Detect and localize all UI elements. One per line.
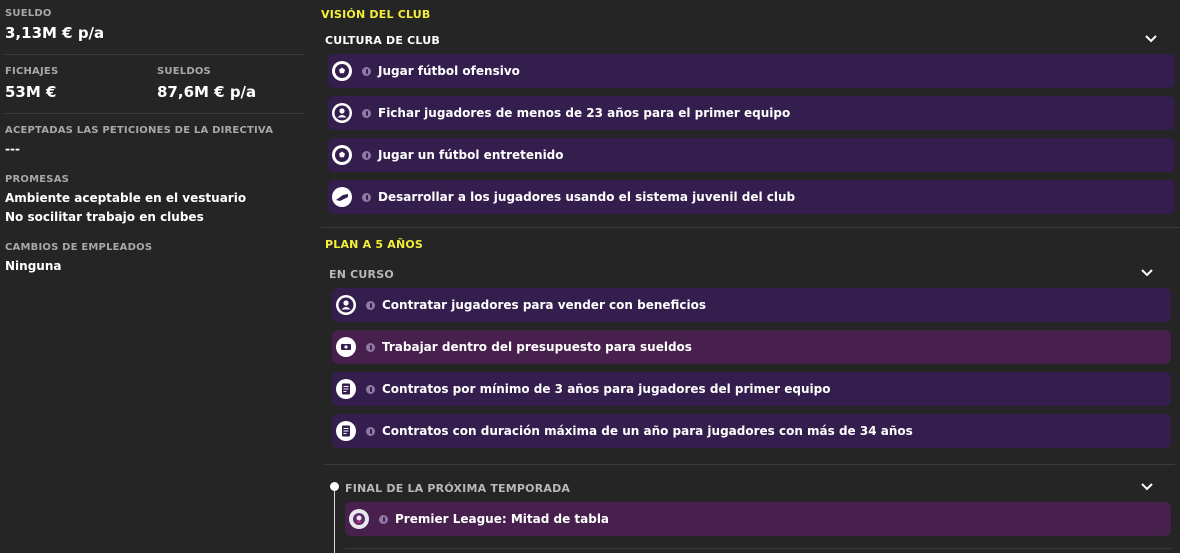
chevron-down-icon[interactable] — [1143, 31, 1159, 47]
list-item[interactable]: Premier League: Mitad de tabla — [345, 502, 1171, 536]
divider — [5, 54, 304, 55]
contract-summary-panel: SUELDO 3,13M € p/a FICHAJES 53M € SUELDO… — [0, 0, 312, 553]
five-year-plan-title: PLAN A 5 AÑOS — [325, 238, 424, 251]
player-icon — [336, 295, 356, 315]
item-label: Fichar jugadores de menos de 23 años par… — [378, 106, 791, 120]
wages-value: 87,6M € p/a — [157, 83, 257, 101]
contract-icon — [336, 421, 356, 441]
list-item[interactable]: Contratos con duración máxima de un año … — [332, 414, 1171, 448]
board-requests-label: ACEPTADAS LAS PETICIONES DE LA DIRECTIVA — [5, 125, 274, 136]
timeline-line — [334, 487, 335, 553]
staff-changes-value: Ninguna — [5, 259, 62, 273]
item-label: Jugar un fútbol entretenido — [378, 148, 564, 162]
item-label: Contratar jugadores para vender con bene… — [382, 298, 707, 312]
chevron-down-icon[interactable] — [1139, 479, 1155, 495]
list-item[interactable]: Contratos por mínimo de 3 años para juga… — [332, 372, 1171, 406]
divider — [325, 464, 1175, 465]
item-label: Jugar fútbol ofensivo — [378, 64, 520, 78]
info-icon[interactable] — [362, 150, 371, 160]
transfers-value: 53M € — [5, 83, 57, 101]
list-item[interactable]: Contratar jugadores para vender con bene… — [332, 288, 1171, 322]
divider — [5, 113, 304, 114]
staff-changes-label: CAMBIOS DE EMPLEADOS — [5, 242, 153, 253]
info-icon[interactable] — [366, 342, 375, 352]
contract-icon — [336, 379, 356, 399]
board-requests-value: --- — [5, 142, 20, 156]
wages-label: SUELDOS — [157, 66, 211, 77]
info-icon[interactable] — [379, 514, 388, 524]
item-label: Contratos con duración máxima de un año … — [382, 424, 913, 438]
club-vision-title: VISIÓN DEL CLUB — [321, 8, 431, 21]
info-icon[interactable] — [366, 300, 375, 310]
transfers-label: FICHAJES — [5, 66, 59, 77]
info-icon[interactable] — [366, 384, 375, 394]
promises-label: PROMESAS — [5, 174, 70, 185]
info-icon[interactable] — [366, 426, 375, 436]
item-label: Contratos por mínimo de 3 años para juga… — [382, 382, 831, 396]
info-icon[interactable] — [362, 66, 371, 76]
list-item[interactable]: Jugar un fútbol entretenido — [328, 138, 1175, 172]
timeline-dot — [330, 482, 339, 491]
chevron-down-icon[interactable] — [1139, 265, 1155, 281]
divider — [345, 548, 1171, 549]
salary-label: SUELDO — [5, 8, 52, 19]
item-label: Desarrollar a los jugadores usando el si… — [378, 190, 796, 204]
info-icon[interactable] — [362, 192, 371, 202]
info-icon[interactable] — [362, 108, 371, 118]
player-icon — [332, 103, 352, 123]
list-item[interactable]: Fichar jugadores de menos de 23 años par… — [328, 96, 1175, 130]
league-logo-icon — [349, 509, 369, 529]
football-icon — [332, 61, 352, 81]
salary-value: 3,13M € p/a — [5, 24, 105, 42]
promise-item: Ambiente aceptable en el vestuario — [5, 191, 247, 205]
ongoing-header[interactable]: EN CURSO — [329, 268, 394, 281]
money-icon — [336, 337, 356, 357]
next-season-header[interactable]: FINAL DE LA PRÓXIMA TEMPORADA — [345, 482, 570, 495]
promise-item: No socilitar trabajo en clubes — [5, 210, 204, 224]
boot-icon — [332, 187, 352, 207]
list-item[interactable]: Desarrollar a los jugadores usando el si… — [328, 180, 1175, 214]
club-culture-header[interactable]: CULTURA DE CLUB — [325, 34, 440, 47]
item-label: Premier League: Mitad de tabla — [395, 512, 610, 526]
football-icon — [332, 145, 352, 165]
divider — [321, 227, 1180, 228]
item-label: Trabajar dentro del presupuesto para sue… — [382, 340, 692, 354]
list-item[interactable]: Trabajar dentro del presupuesto para sue… — [332, 330, 1171, 364]
list-item[interactable]: Jugar fútbol ofensivo — [328, 54, 1175, 88]
